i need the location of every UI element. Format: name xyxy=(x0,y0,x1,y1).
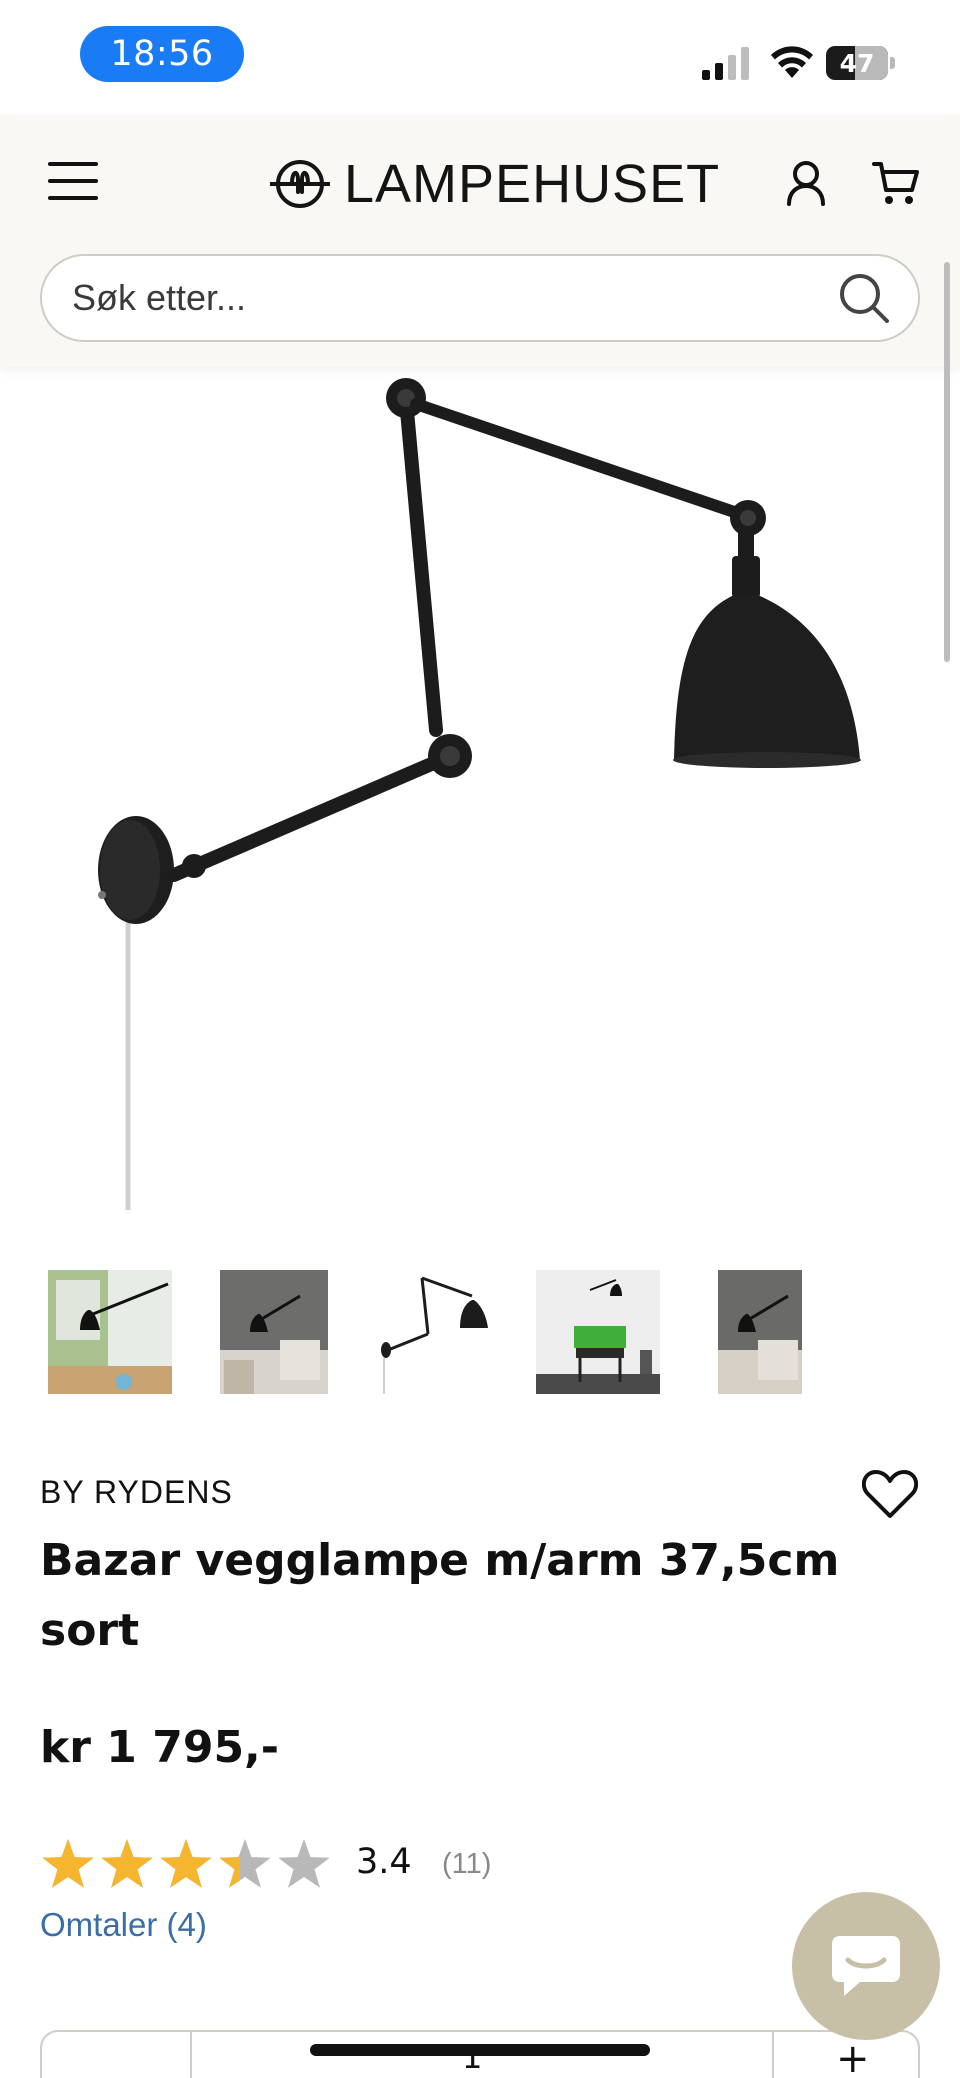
logo-bulb-icon xyxy=(270,160,330,208)
rating-star xyxy=(219,1839,271,1888)
rating-count: (11) xyxy=(442,1848,492,1880)
page-scrollbar[interactable] xyxy=(944,262,950,662)
site-logo[interactable]: LAMPEHUSET xyxy=(268,152,720,216)
quantity-plus-button[interactable]: + xyxy=(836,2036,870,2078)
thumbnail-3[interactable] xyxy=(376,1270,500,1394)
search-input[interactable] xyxy=(72,256,832,340)
wifi-icon xyxy=(771,46,813,78)
reviews-link[interactable]: Omtaler (4) xyxy=(40,1906,207,1944)
product-main-image[interactable] xyxy=(60,370,900,1210)
menu-icon[interactable] xyxy=(46,158,100,204)
logo-text: LAMPEHUSET xyxy=(344,154,721,214)
rating-star xyxy=(160,1839,212,1888)
heart-icon[interactable] xyxy=(862,1468,918,1520)
thumbnail-4[interactable] xyxy=(536,1270,660,1394)
rating-star xyxy=(42,1839,94,1888)
product-brand[interactable]: BY RYDENS xyxy=(40,1474,233,1511)
status-time: 18:56 xyxy=(80,26,244,82)
cellular-signal-icon xyxy=(702,47,749,80)
thumbnail-1[interactable] xyxy=(48,1270,172,1394)
thumbnail-strip xyxy=(48,1270,848,1396)
thumbnail-5[interactable] xyxy=(718,1270,802,1394)
home-indicator xyxy=(310,2044,650,2056)
chat-bubble-icon xyxy=(832,1936,900,1996)
thumbnail-2[interactable] xyxy=(220,1270,328,1394)
account-icon[interactable] xyxy=(786,160,826,206)
status-bar: 18:56 47 xyxy=(0,0,960,115)
search-bar xyxy=(40,254,920,342)
cart-icon[interactable] xyxy=(872,160,920,206)
product-price: kr 1 795,- xyxy=(40,1722,280,1773)
rating-star xyxy=(101,1839,153,1888)
rating-stars xyxy=(42,1839,330,1888)
rating-value: 3.4 xyxy=(356,1842,412,1882)
chat-button[interactable] xyxy=(792,1892,940,2040)
battery-level: 47 xyxy=(839,48,875,78)
search-icon[interactable] xyxy=(836,270,892,326)
battery-icon: 47 xyxy=(826,46,896,80)
rating-star xyxy=(278,1839,330,1888)
product-title: Bazar vegglampe m/arm 37,5cm sort xyxy=(40,1535,840,1656)
